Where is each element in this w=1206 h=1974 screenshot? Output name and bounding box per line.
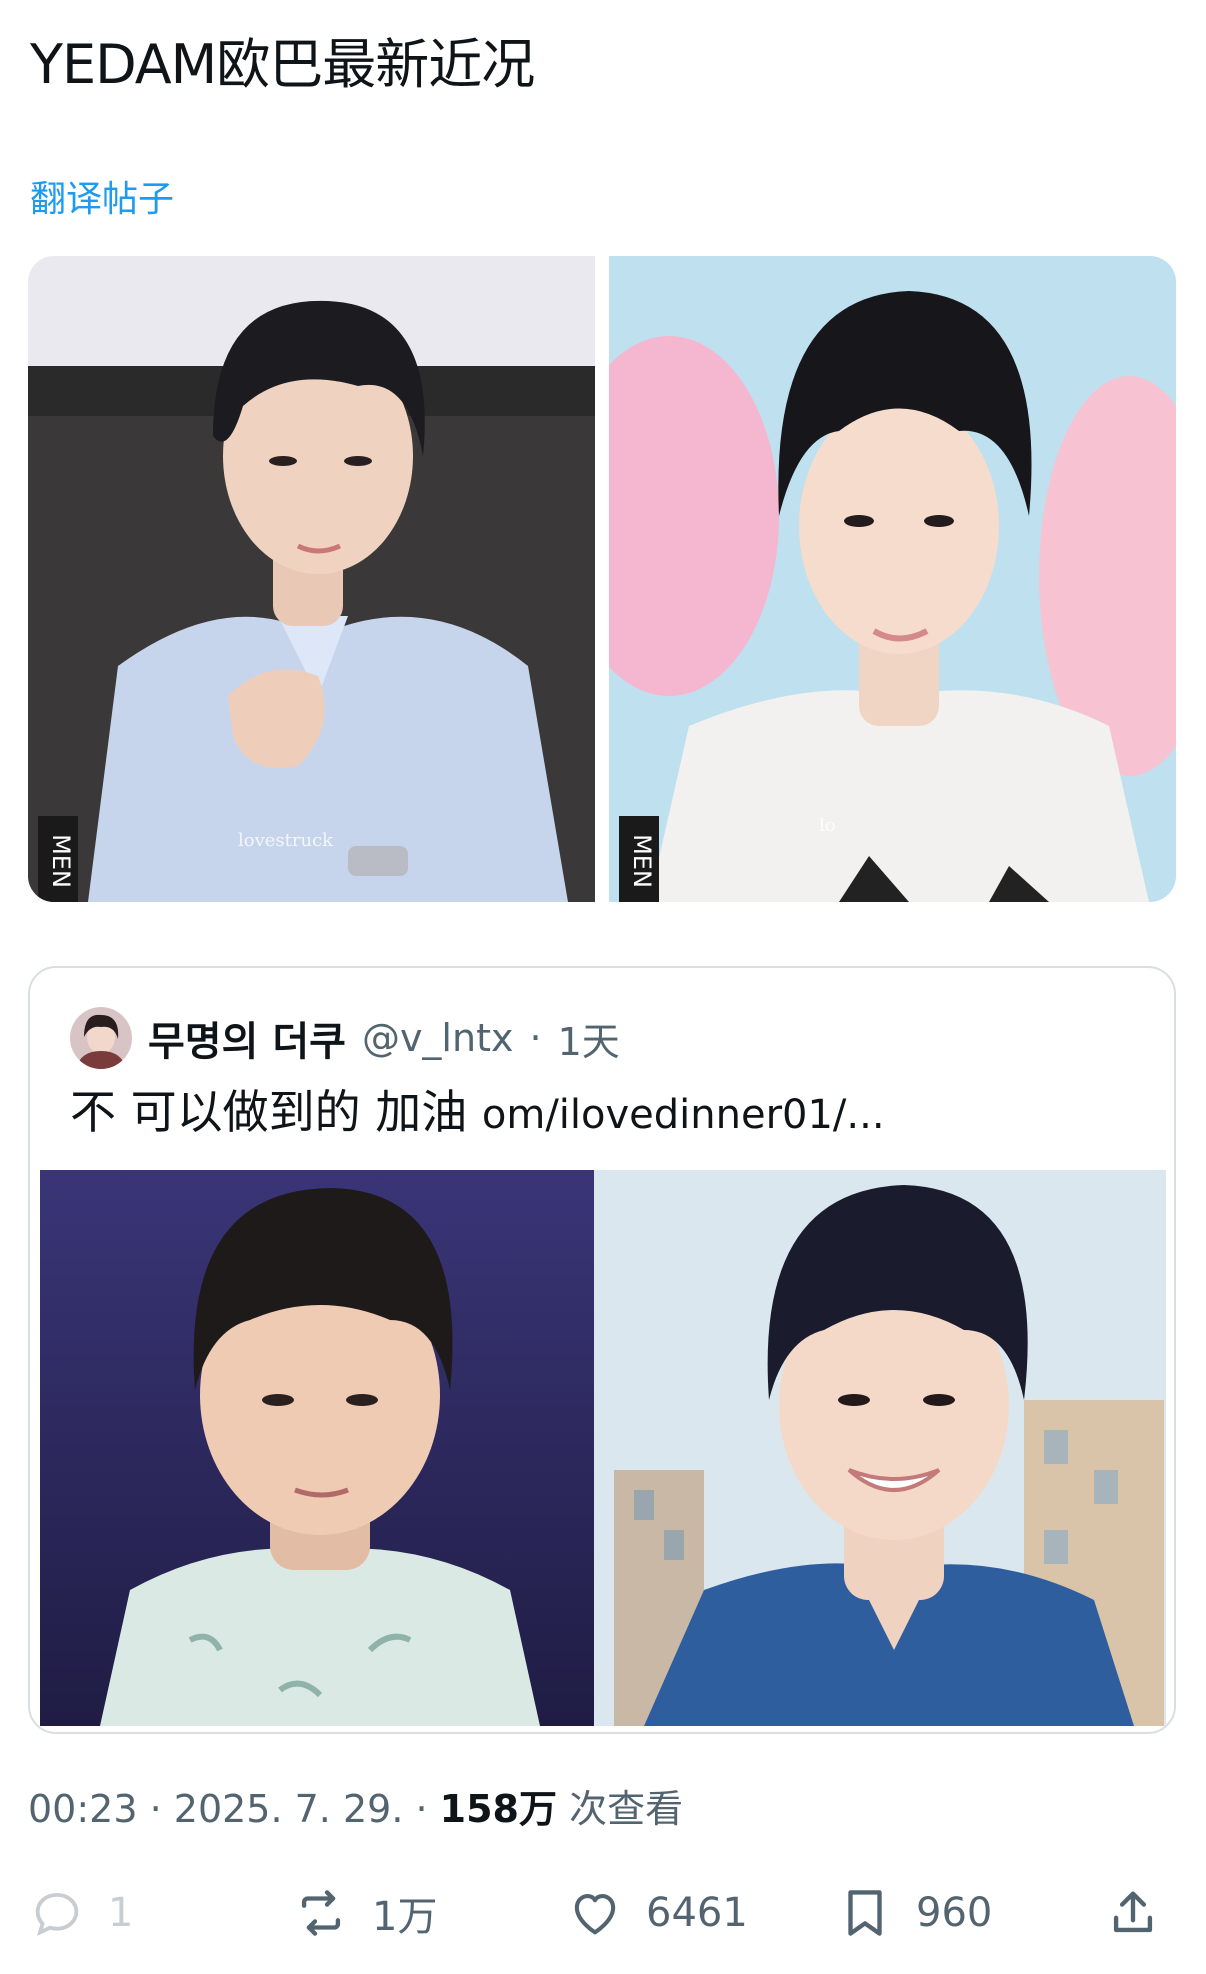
like-count: 6461: [646, 1890, 748, 1936]
quote-media: [40, 1170, 1166, 1726]
meta-separator-2: ·: [403, 1787, 440, 1831]
reply-button[interactable]: 1: [28, 1868, 133, 1958]
quote-image-1[interactable]: [40, 1170, 594, 1726]
like-icon: [574, 1894, 616, 1935]
views-count: 158万: [439, 1787, 557, 1831]
repost-button[interactable]: 1万: [292, 1868, 437, 1958]
like-button[interactable]: 6461: [566, 1868, 748, 1958]
reply-count: 1: [108, 1890, 134, 1936]
post-text: YEDAM欧巴最新近况: [30, 33, 535, 96]
quote-separator: ·: [529, 1016, 542, 1060]
quote-text: 不 可以做到的 加油 om/ilovedinner01/...: [70, 1082, 885, 1145]
post-time[interactable]: 00:23: [28, 1787, 138, 1831]
share-button[interactable]: [1104, 1868, 1162, 1958]
right-watermark-text: MEN: [628, 834, 656, 888]
avatar[interactable]: [70, 1007, 132, 1069]
post-meta: 00:23 · 2025. 7. 29. · 158万 次查看: [28, 1784, 683, 1834]
quote-author-name[interactable]: 무명의 더쿠: [148, 1009, 346, 1067]
left-watermark-text: MEN: [47, 834, 75, 888]
quote-header: 무명의 더쿠 @v_lntx · 1天: [70, 1007, 620, 1069]
bookmark-count: 960: [916, 1890, 993, 1936]
media-grid: MEN lovestruck MEN lo: [28, 256, 1176, 902]
views-label: 次查看: [556, 1787, 684, 1831]
repost-icon: [301, 1890, 341, 1936]
post-date[interactable]: 2025. 7. 29.: [174, 1787, 404, 1831]
repost-count: 1万: [372, 1894, 438, 1940]
right-caption-text: lo: [819, 815, 836, 836]
share-icon: [1113, 1891, 1153, 1933]
meta-separator-1: ·: [137, 1787, 174, 1831]
quote-timestamp[interactable]: 1天: [558, 1011, 620, 1066]
quote-text-body: 不 可以做到的 加油: [70, 1085, 468, 1139]
translate-post-link[interactable]: 翻译帖子: [30, 176, 174, 224]
post-image-2[interactable]: MEN lo: [609, 256, 1176, 902]
quoted-post-card[interactable]: 무명의 더쿠 @v_lntx · 1天 不 可以做到的 加油 om/iloved…: [28, 966, 1176, 1734]
left-caption-text: lovestruck: [238, 830, 334, 851]
reply-icon: [35, 1892, 79, 1936]
quote-author-handle[interactable]: @v_lntx: [362, 1016, 514, 1060]
bookmark-icon: [848, 1890, 882, 1936]
quote-image-2[interactable]: [594, 1170, 1166, 1726]
action-bar: 1 1万 6461 960: [0, 1868, 1206, 1958]
bookmark-button[interactable]: 960: [836, 1868, 992, 1958]
quote-link[interactable]: om/ilovedinner01/...: [482, 1092, 885, 1138]
post-image-1[interactable]: MEN lovestruck: [28, 256, 595, 902]
